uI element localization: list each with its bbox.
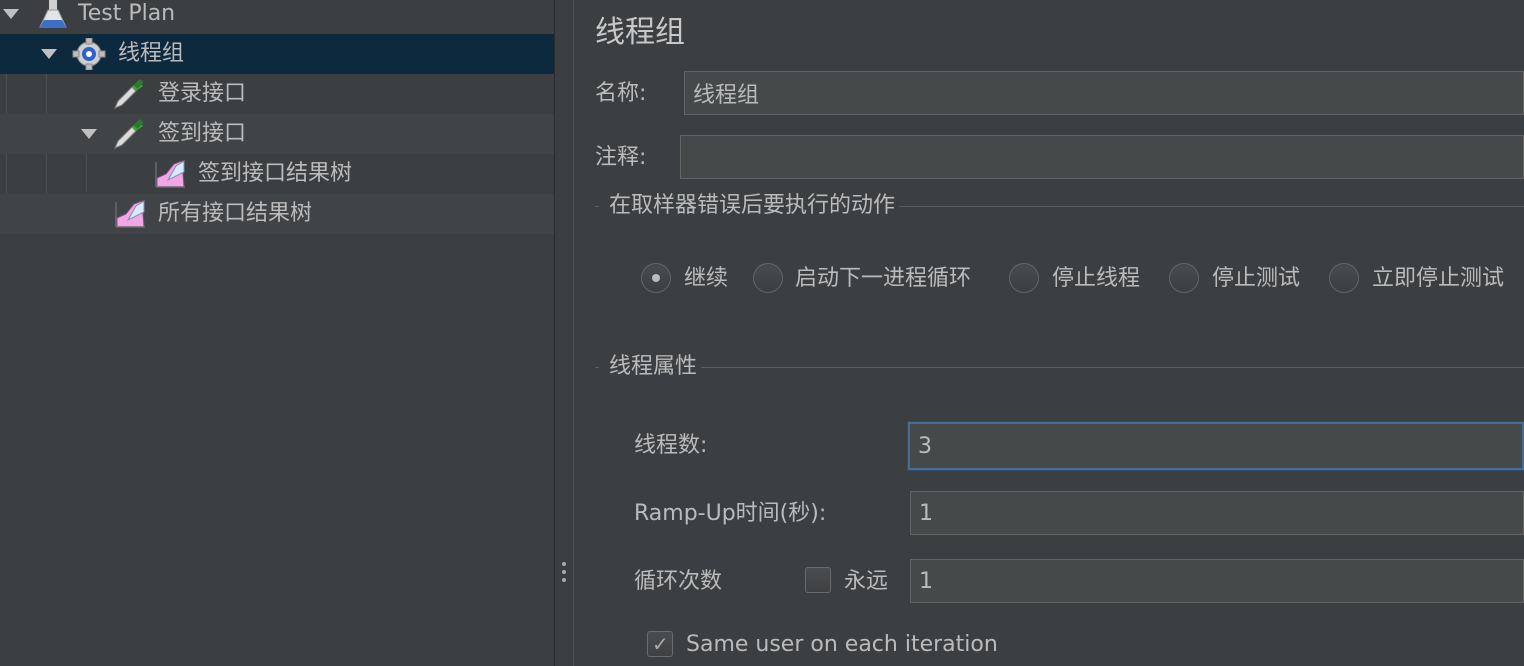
radio-stop-test-now[interactable]	[1329, 263, 1359, 293]
radio-stop-test-now-label: 立即停止测试	[1372, 266, 1505, 291]
threads-label: 线程数:	[634, 433, 708, 458]
graph-icon	[115, 200, 145, 228]
tree-item-test-plan[interactable]: Test Plan	[0, 0, 554, 34]
flask-icon	[39, 0, 67, 28]
tree-item-checkin-api[interactable]: 签到接口	[0, 114, 554, 154]
rampup-input[interactable]	[910, 491, 1524, 535]
name-field[interactable]	[684, 71, 1524, 115]
tree-item-label: 线程组	[118, 41, 185, 66]
same-user-label: Same user on each iteration	[686, 632, 998, 657]
tree-item-all-result-tree[interactable]: 所有接口结果树	[0, 194, 554, 234]
radio-stop-thread[interactable]	[1009, 263, 1039, 293]
comment-field[interactable]	[680, 135, 1524, 179]
group-border	[595, 367, 1524, 368]
pipette-icon	[114, 119, 144, 149]
forever-checkbox[interactable]	[805, 567, 831, 593]
tree-item-label: 签到接口结果树	[198, 161, 353, 186]
radio-stop-test-label: 停止测试	[1212, 266, 1301, 291]
radio-start-next-loop-label: 启动下一进程循环	[795, 266, 972, 291]
radio-stop-test[interactable]	[1169, 263, 1199, 293]
same-user-checkbox[interactable]: ✓	[647, 631, 673, 657]
test-plan-tree[interactable]: Test Plan 线程组 登录接口 签到接口 签到接口结果树 所有接口结果树	[0, 0, 554, 666]
name-label: 名称:	[595, 81, 647, 106]
threads-input[interactable]	[908, 422, 1524, 470]
tree-item-checkin-result-tree[interactable]: 签到接口结果树	[0, 154, 554, 194]
split-pane-divider[interactable]	[554, 0, 574, 666]
drag-handle-icon[interactable]	[562, 562, 566, 586]
radio-continue[interactable]	[641, 263, 671, 293]
checkmark-icon: ✓	[652, 632, 669, 656]
pipette-icon	[114, 79, 144, 109]
jmeter-window: Test Plan 线程组 登录接口 签到接口 签到接口结果树 所有接口结果树 …	[0, 0, 1524, 666]
tree-item-label: 所有接口结果树	[158, 201, 313, 226]
tree-item-login-api[interactable]: 登录接口	[0, 74, 554, 114]
radio-stop-thread-label: 停止线程	[1052, 266, 1141, 291]
radio-continue-label: 继续	[684, 266, 729, 291]
thread-props-group-title: 线程属性	[599, 351, 702, 383]
graph-icon	[155, 160, 185, 188]
on-error-group-title: 在取样器错误后要执行的动作	[599, 190, 900, 222]
tree-item-label: 登录接口	[158, 81, 247, 106]
tree-item-label: 签到接口	[158, 121, 247, 146]
loop-count-input[interactable]	[910, 559, 1524, 603]
gear-icon	[72, 38, 106, 70]
radio-start-next-loop[interactable]	[753, 263, 783, 293]
comment-label: 注释:	[595, 145, 647, 170]
collapse-arrow-icon[interactable]	[38, 34, 60, 74]
collapse-arrow-icon[interactable]	[78, 114, 100, 154]
collapse-arrow-icon[interactable]	[0, 0, 22, 34]
tree-item-label: Test Plan	[78, 1, 176, 26]
loop-count-label: 循环次数	[634, 569, 723, 594]
tree-item-thread-group[interactable]: 线程组	[0, 34, 554, 74]
thread-group-panel: 线程组 名称: 注释: 在取样器错误后要执行的动作 继续 启动下一进程循环 停止…	[575, 0, 1524, 666]
rampup-label: Ramp-Up时间(秒):	[634, 501, 827, 526]
page-title: 线程组	[595, 15, 685, 50]
forever-label: 永远	[844, 569, 889, 594]
